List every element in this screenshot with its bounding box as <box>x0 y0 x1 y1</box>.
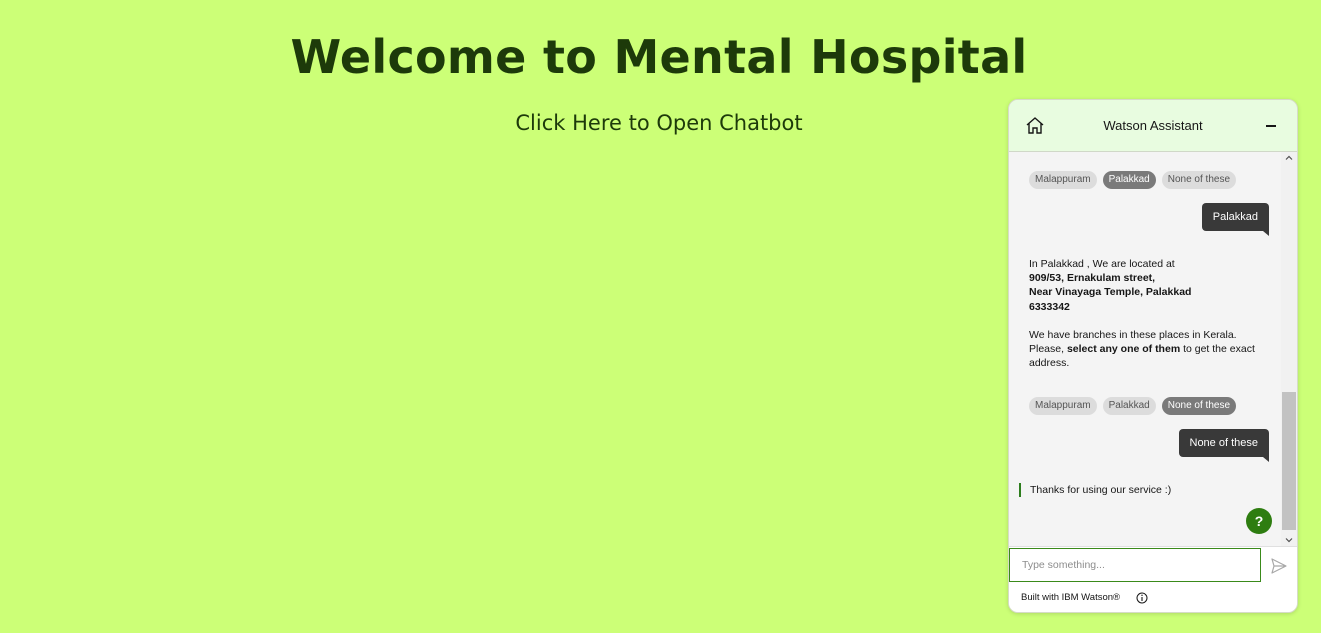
scroll-thumb[interactable] <box>1282 392 1296 530</box>
scrollbar[interactable] <box>1281 152 1297 546</box>
chip-none-of-these[interactable]: None of these <box>1161 171 1236 189</box>
bot-line: address. <box>1029 357 1070 370</box>
chip-none-of-these[interactable]: None of these <box>1161 397 1236 415</box>
send-icon[interactable] <box>1270 557 1288 575</box>
chat-widget: Watson Assistant Malappuram Palakkad Non… <box>1008 99 1298 613</box>
page-title: Welcome to Mental Hospital <box>290 30 1028 84</box>
scroll-down-icon[interactable] <box>1285 536 1293 544</box>
chat-title: Watson Assistant <box>1103 118 1203 133</box>
input-area: Built with IBM Watson® <box>1009 546 1297 612</box>
chat-header: Watson Assistant <box>1009 100 1297 152</box>
minimize-icon[interactable] <box>1261 116 1281 136</box>
bot-message-thanks: Thanks for using our service :) <box>1019 483 1171 497</box>
scroll-up-icon[interactable] <box>1285 154 1293 162</box>
bot-line: Please, select any one of them to get th… <box>1029 343 1255 356</box>
info-icon[interactable] <box>1136 592 1148 604</box>
quick-replies-2: Malappuram Palakkad None of these <box>1029 397 1236 415</box>
user-message: None of these <box>1178 429 1269 462</box>
bot-line: 6333342 <box>1029 300 1070 313</box>
footer-text: Built with IBM Watson® <box>1021 592 1121 603</box>
bot-line: In Palakkad , We are located at <box>1029 258 1175 270</box>
bot-line: 909/53, Ernakulam street, <box>1029 272 1156 285</box>
chip-malappuram[interactable]: Malappuram <box>1029 171 1097 189</box>
user-message: Palakkad <box>1201 203 1270 236</box>
bot-line: Near Vinayaga Temple, Palakkad <box>1029 286 1192 299</box>
bot-message-address: In Palakkad , We are located at 909/53, … <box>1029 257 1269 370</box>
chat-messages: Malappuram Palakkad None of these Palakk… <box>1009 152 1281 546</box>
quick-replies-1: Malappuram Palakkad None of these <box>1029 171 1236 189</box>
bot-line: We have branches in these places in Kera… <box>1029 328 1237 341</box>
help-button[interactable]: ? <box>1246 508 1272 534</box>
chip-malappuram[interactable]: Malappuram <box>1029 397 1097 415</box>
chip-palakkad[interactable]: Palakkad <box>1102 171 1156 189</box>
chip-palakkad[interactable]: Palakkad <box>1102 397 1156 415</box>
message-input[interactable] <box>1009 548 1261 582</box>
